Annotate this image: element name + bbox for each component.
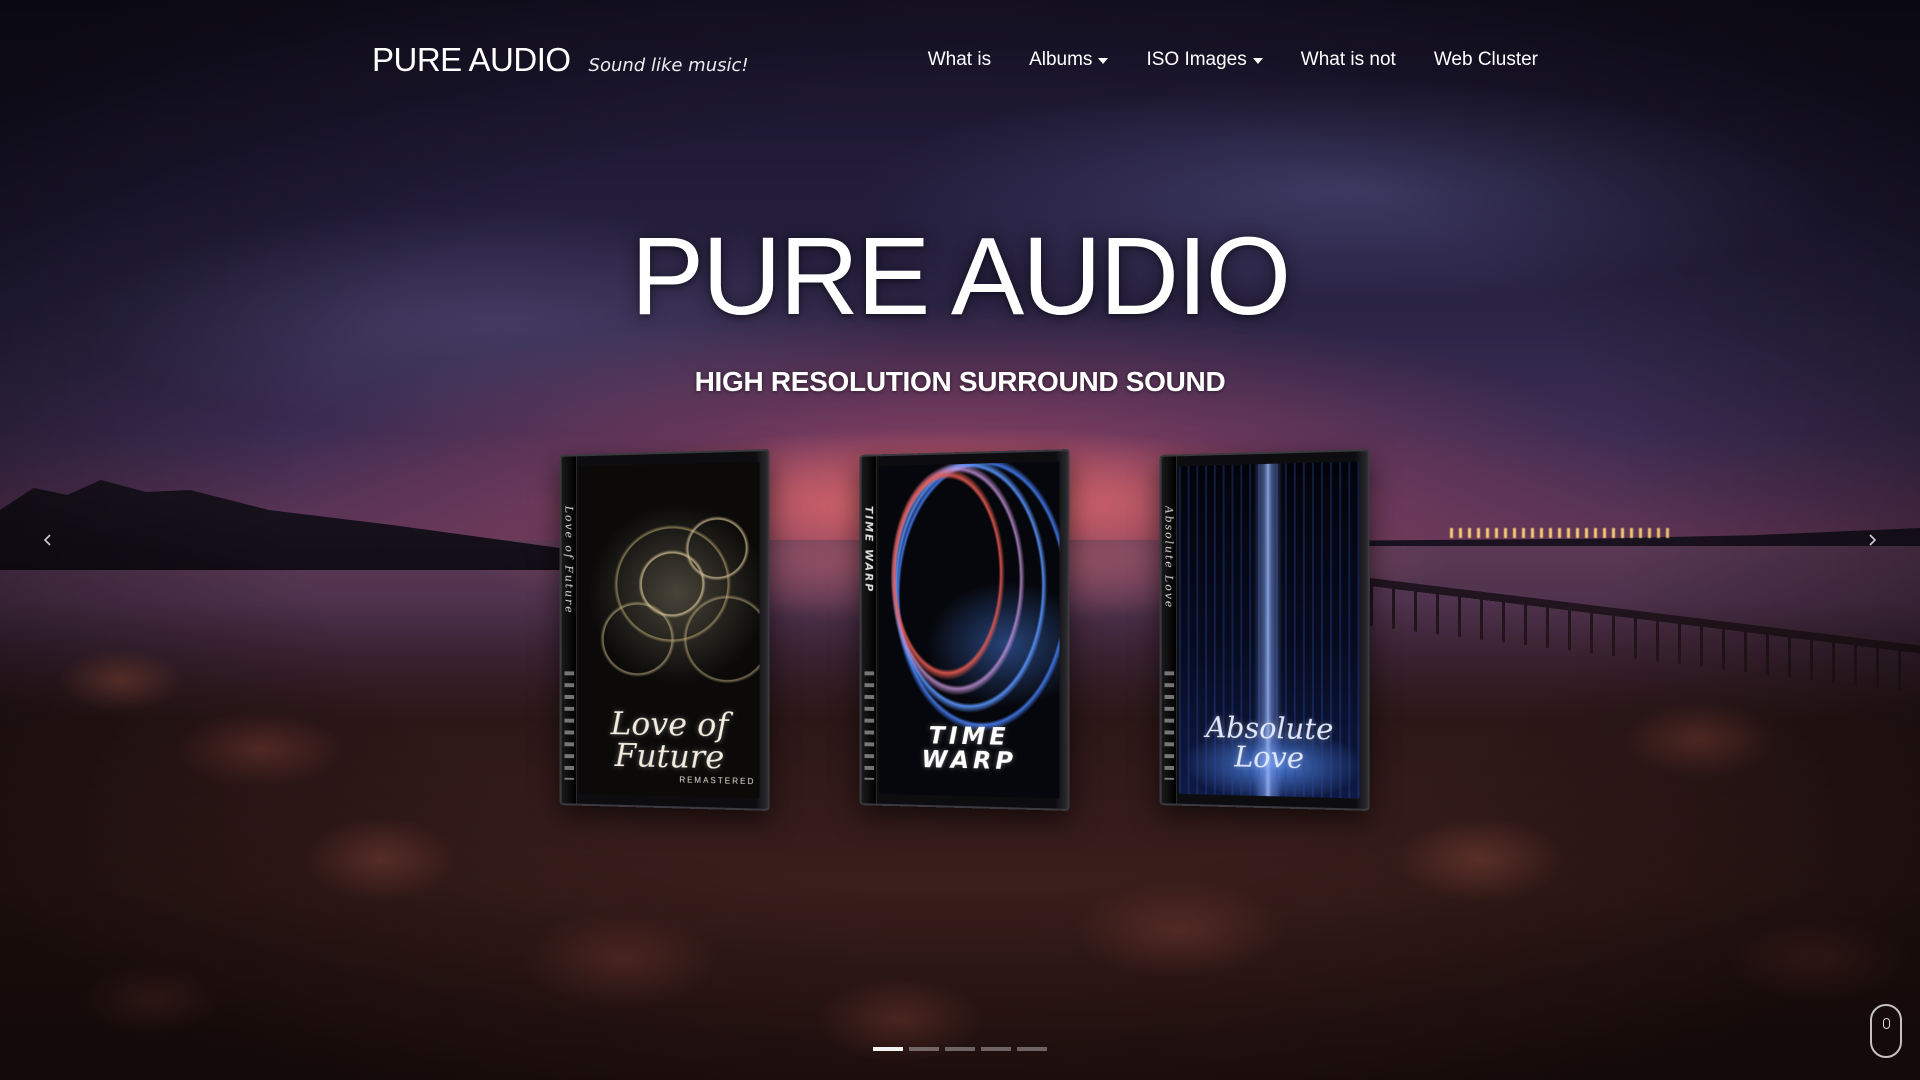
album-case-shell: Love of Future Remastered Love of Future… [559,449,770,811]
format-logos-icon [864,671,875,780]
format-logos-icon [564,671,575,780]
album-cover-title: Absolute Love [1205,710,1334,775]
nav-item-label: What is [927,49,992,70]
format-logos-icon [1164,671,1175,780]
chevron-right-icon [1869,534,1877,546]
album-case-time-warp[interactable]: TIME WARP TIME WARP [857,449,1070,811]
nav-item-label: Albums [1029,49,1093,70]
nav-item-what-is-not[interactable]: What is not [1301,49,1396,71]
carousel-next-button[interactable] [1860,528,1884,552]
nav-menu: What is Albums ISO Images What is not We… [928,49,1538,71]
nav-item-web-cluster[interactable]: Web Cluster [1434,49,1538,71]
brand-tagline: Sound like music! [588,55,749,76]
mouse-wheel-icon [1883,1018,1890,1029]
album-case-absolute-love[interactable]: Absolute Love Absolute Love [1157,449,1370,811]
brand-link[interactable]: PURE AUDIO Sound like music! [372,41,749,79]
album-spine: TIME WARP [861,456,878,804]
carousel-indicator[interactable] [981,1047,1011,1051]
hero-title: PURE AUDIO [630,215,1291,338]
chevron-left-icon [43,534,51,546]
nav-item-iso-images[interactable]: ISO Images [1146,49,1263,71]
carousel-indicator[interactable] [1017,1047,1047,1051]
nav-item-label: Web Cluster [1433,49,1538,70]
carousel-indicators [0,1047,1920,1051]
album-cover-title: Love of Future [610,704,729,777]
album-case-shell: Absolute Love Absolute Love [1159,449,1370,811]
album-case-shell: TIME WARP TIME WARP [859,449,1070,811]
nav-item-label: ISO Images [1146,49,1247,70]
album-spine: Love of Future Remastered [561,456,578,804]
navbar: PURE AUDIO Sound like music! What is Alb… [372,36,1538,84]
album-spine: Absolute Love [1161,456,1178,804]
carousel-indicator[interactable] [873,1047,903,1051]
caret-down-icon [1098,58,1109,64]
mouse-scroll-icon[interactable] [1870,1004,1902,1058]
album-case-love-of-future[interactable]: Love of Future Remastered Love of Future… [557,449,770,811]
nav-item-what-is[interactable]: What is [928,49,991,71]
nav-item-label: What is not [1300,49,1396,70]
caret-down-icon [1252,58,1263,64]
carousel-indicator[interactable] [909,1047,939,1051]
hero-subtitle: HIGH RESOLUTION SURROUND SOUND [694,366,1226,397]
carousel-indicator[interactable] [945,1047,975,1051]
carousel-prev-button[interactable] [36,528,60,552]
brand-title: PURE AUDIO [372,41,571,78]
album-cover-title: TIME WARP [921,721,1018,776]
nav-item-albums[interactable]: Albums [1029,49,1109,71]
